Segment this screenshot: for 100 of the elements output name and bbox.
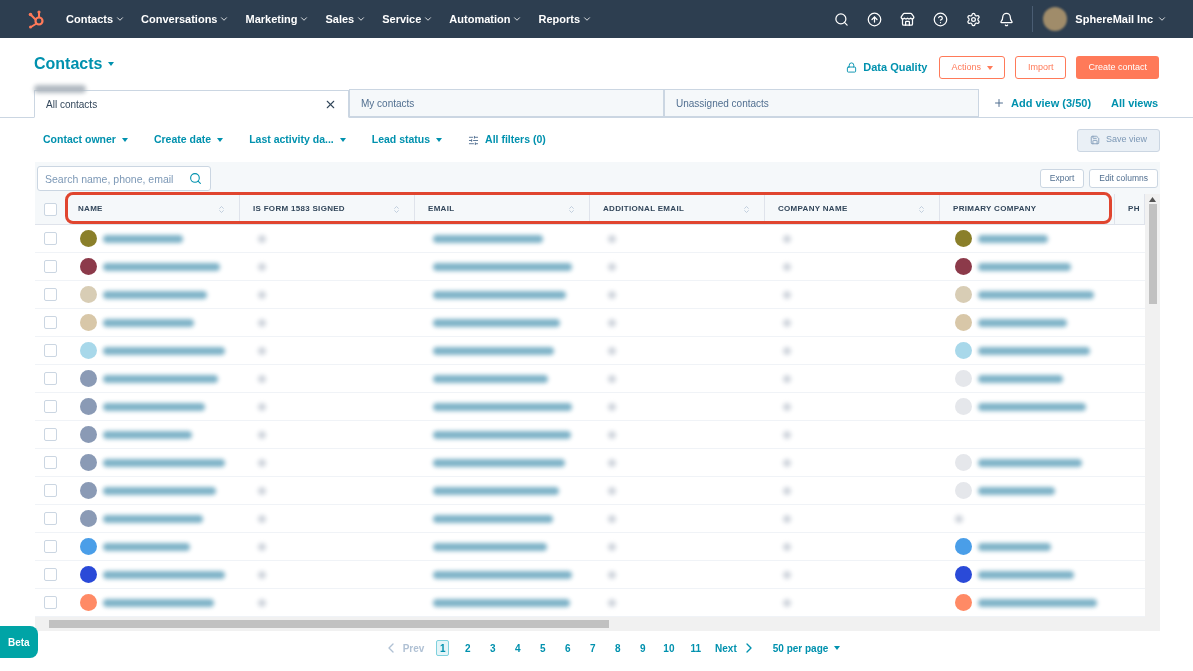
create-contact-button[interactable]: Create contact	[1076, 56, 1159, 79]
blurred-text	[258, 374, 266, 383]
row-checkbox[interactable]	[43, 344, 57, 357]
row-checkbox[interactable]	[43, 288, 57, 301]
scroll-thumb[interactable]	[1148, 204, 1157, 304]
column-header[interactable]: ADDITIONAL EMAIL	[590, 194, 765, 224]
search-field[interactable]: Search name, phone, email	[37, 166, 211, 191]
column-header[interactable]: PRIMARY COMPANY	[940, 194, 1115, 224]
column-header[interactable]: IS FORM 1583 SIGNED	[240, 194, 415, 224]
lock-icon	[846, 62, 858, 73]
select-all-checkbox[interactable]	[43, 202, 57, 216]
upgrade-icon[interactable]	[867, 11, 883, 27]
blurred-text	[608, 318, 616, 327]
blurred-text	[258, 402, 266, 411]
export-button[interactable]: Export	[1039, 168, 1085, 188]
sort-icon[interactable]	[742, 204, 751, 214]
scroll-up-icon[interactable]	[1149, 197, 1156, 202]
page-number[interactable]: 2	[461, 640, 475, 656]
chevron-icon	[299, 14, 310, 24]
row-checkbox[interactable]	[43, 540, 57, 553]
row-checkbox[interactable]	[43, 428, 57, 441]
caret-icon	[986, 65, 993, 70]
page-number[interactable]: 9	[636, 640, 650, 656]
row-checkbox[interactable]	[43, 260, 57, 273]
row-checkbox[interactable]	[43, 484, 57, 497]
blurred-text	[783, 290, 791, 299]
page-number[interactable]: 11	[688, 640, 704, 656]
page-number[interactable]: 7	[586, 640, 600, 656]
blurred-text	[258, 570, 266, 579]
view-tab[interactable]: Unassigned contacts	[664, 89, 979, 117]
blurred-text	[258, 318, 266, 327]
nav-menu[interactable]: Marketing	[245, 10, 310, 28]
import-button[interactable]: Import	[1014, 56, 1067, 79]
sort-icon[interactable]	[567, 204, 576, 214]
nav-menu[interactable]: Conversations	[141, 10, 230, 28]
blurred-text	[783, 374, 791, 383]
page-number[interactable]: 4	[511, 640, 525, 656]
notifications-icon[interactable]	[999, 11, 1015, 27]
filter-dropdown[interactable]: Create date	[153, 132, 224, 148]
page-number[interactable]: 5	[536, 640, 550, 656]
per-page-dropdown[interactable]: 50 per page	[772, 640, 841, 656]
search-icon[interactable]	[834, 11, 850, 27]
all-filters-button[interactable]: All filters (0)	[468, 132, 546, 148]
scroll-thumb[interactable]	[49, 620, 609, 628]
nav-menu[interactable]: Service	[382, 10, 434, 28]
page-number[interactable]: 3	[486, 640, 500, 656]
caret-icon	[436, 138, 443, 142]
blurred-text	[258, 598, 266, 607]
blurred-text	[783, 234, 791, 243]
nav-menu[interactable]: Automation	[449, 10, 523, 28]
blurred-text	[783, 458, 791, 467]
column-header[interactable]: NAME	[65, 194, 240, 224]
row-checkbox[interactable]	[43, 400, 57, 413]
sort-icon[interactable]	[217, 204, 226, 214]
chevron-icon	[219, 14, 230, 24]
help-icon[interactable]	[933, 11, 949, 27]
blurred-text	[258, 346, 266, 355]
page-number[interactable]: 6	[561, 640, 575, 656]
filter-dropdown[interactable]: Lead status	[371, 132, 443, 148]
column-header[interactable]: EMAIL	[415, 194, 590, 224]
filter-dropdown[interactable]: Contact owner	[43, 132, 128, 148]
beta-button[interactable]: Beta	[0, 626, 38, 658]
nav-menu[interactable]: Reports	[538, 10, 593, 28]
add-view-button[interactable]: Add view (3/50)	[993, 94, 1092, 112]
blurred-text	[783, 430, 791, 439]
row-checkbox[interactable]	[43, 316, 57, 329]
row-checkbox[interactable]	[43, 568, 57, 581]
all-views-link[interactable]: All views	[1111, 94, 1159, 112]
avatar[interactable]	[1043, 7, 1068, 31]
filter-dropdown[interactable]: Last activity da...	[249, 132, 346, 148]
edit-columns-button[interactable]: Edit columns	[1089, 168, 1158, 188]
page-number[interactable]: 1	[436, 640, 450, 656]
next-button[interactable]: Next	[715, 640, 757, 656]
row-checkbox[interactable]	[43, 456, 57, 469]
save-view-button[interactable]: Save view	[1076, 128, 1160, 152]
actions-button[interactable]: Actions	[939, 56, 1005, 79]
caret-icon	[217, 138, 224, 142]
vertical-scrollbar[interactable]	[1145, 194, 1160, 617]
blurred-text	[258, 430, 266, 439]
view-tab[interactable]: All contacts	[34, 90, 349, 118]
view-tab[interactable]: My contacts	[349, 89, 664, 117]
sort-icon[interactable]	[392, 204, 401, 214]
row-checkbox[interactable]	[43, 232, 57, 245]
chevron-icon	[512, 14, 523, 24]
horizontal-scrollbar[interactable]	[35, 617, 1160, 631]
page-title[interactable]: Contacts	[34, 52, 115, 76]
column-header[interactable]: COMPANY NAME	[765, 194, 940, 224]
sort-icon[interactable]	[917, 204, 926, 214]
data-quality-link[interactable]: Data Quality	[846, 59, 928, 76]
marketplace-icon[interactable]	[900, 11, 916, 27]
row-checkbox[interactable]	[43, 372, 57, 385]
account-menu[interactable]: SphereMail Inc	[1075, 10, 1167, 28]
page-number[interactable]: 8	[611, 640, 625, 656]
row-checkbox[interactable]	[43, 596, 57, 609]
nav-menu[interactable]: Sales	[325, 10, 367, 28]
settings-icon[interactable]	[966, 11, 982, 27]
blurred-text	[783, 514, 791, 523]
row-checkbox[interactable]	[43, 512, 57, 525]
page-number[interactable]: 10	[661, 640, 677, 656]
nav-menu[interactable]: Contacts	[66, 10, 126, 28]
